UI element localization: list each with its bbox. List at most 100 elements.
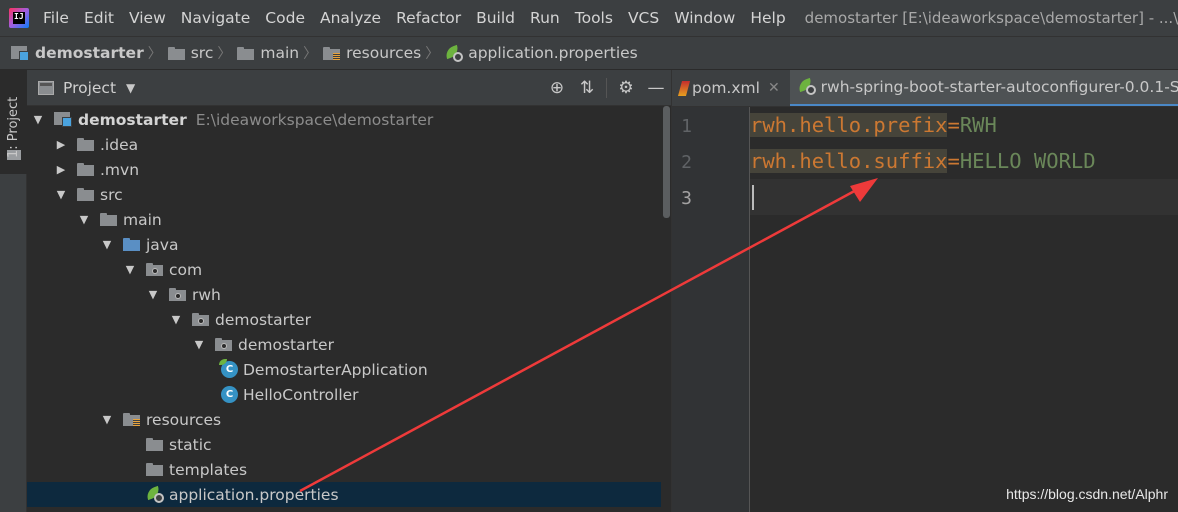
menu-view[interactable]: View [129,9,166,27]
tree-item[interactable]: ▶application.properties [27,482,661,507]
tree-item[interactable]: ▼ com [27,257,661,282]
tree-item-path: E:\ideaworkspace\demostarter [195,110,434,129]
module-icon [11,45,29,61]
code-line[interactable]: rwh.hello.prefix = RWH [750,107,1178,143]
source-folder-icon [123,238,140,251]
tree-item[interactable]: ▼ java [27,232,661,257]
collapsed-arrow-icon[interactable]: ▶ [54,163,68,176]
tree-item-label: demostarter [78,110,187,129]
folder-icon [167,46,185,60]
breadcrumb-item-file[interactable]: application.properties [443,44,638,62]
tree-item[interactable]: ▼ src [27,182,661,207]
tab-label: rwh-spring-boot-starter-autoconfigurer-0… [820,77,1178,96]
expanded-arrow-icon[interactable]: ▼ [54,188,68,201]
tool-window-stripe: 1: Project [0,70,27,512]
tab-autoconfigurer-jar[interactable]: rwh-spring-boot-starter-autoconfigurer-0… [789,70,1178,106]
folder-icon [77,188,94,201]
breadcrumb-item-main[interactable]: main 〉 [237,43,323,63]
tree-item[interactable]: ▼ demostarter [27,307,661,332]
tree-item[interactable]: ▶ .mvn [27,157,661,182]
tree-item-label: java [146,235,179,254]
breadcrumb-item-src[interactable]: src 〉 [167,43,238,63]
folder-icon [146,463,163,476]
tree-item[interactable]: ▶static [27,432,661,457]
maven-icon [677,80,691,96]
expanded-arrow-icon[interactable]: ▼ [100,413,114,426]
expanded-arrow-icon[interactable]: ▼ [77,213,91,226]
menu-edit[interactable]: Edit [84,9,114,27]
editor-tab-bar: pom.xml ✕ rwh-spring-boot-starter-autoco… [672,70,1178,107]
expanded-arrow-icon[interactable]: ▼ [169,313,183,326]
breadcrumb-label: resources [346,44,422,62]
menu-vcs[interactable]: VCS [628,9,659,27]
caret-down-icon[interactable]: ▼ [126,81,135,95]
tree-item[interactable]: ▶CHelloController [27,382,661,407]
tree-item[interactable]: ▶templates [27,457,661,482]
spring-properties-icon [443,44,464,62]
tree-item[interactable]: ▼ demostarter [27,332,661,357]
code-editor[interactable]: rwh.hello.prefix = RWH rwh.hello.suffix = HE… [750,107,1178,512]
package-icon [192,313,209,326]
close-icon[interactable]: ✕ [768,80,780,96]
chevron-right-icon: 〉 [217,46,232,62]
expanded-arrow-icon[interactable]: ▼ [192,338,206,351]
tree-item-label: HelloController [243,385,359,404]
expanded-arrow-icon[interactable]: ▼ [123,263,137,276]
menu-file[interactable]: File [43,9,69,27]
breadcrumb-label: main [260,44,300,62]
property-separator: = [947,149,960,173]
tree-item-label: src [100,185,123,204]
menu-build[interactable]: Build [476,9,515,27]
package-icon [169,288,186,301]
expanded-arrow-icon[interactable]: ▼ [100,238,114,251]
tree-scrollbar[interactable] [661,106,671,512]
minimize-icon[interactable]: — [641,78,671,98]
scrollbar-thumb[interactable] [663,106,670,218]
tree-item-label: application.properties [169,485,339,504]
menu-refactor[interactable]: Refactor [396,9,461,27]
collapse-icon[interactable]: ⇅ [572,78,602,98]
target-icon[interactable]: ⊕ [542,78,572,98]
project-panel-header: Project ▼ ⊕ ⇅ ⚙ — [27,70,671,106]
menu-code[interactable]: Code [265,9,305,27]
property-value: RWH [959,113,997,137]
spring-icon [796,77,816,95]
menu-window[interactable]: Window [674,9,735,27]
tree-item-label: static [169,435,212,454]
tree-item[interactable]: ▶CDemostarterApplication [27,357,661,382]
property-key: rwh.hello.prefix [750,113,948,137]
tree-item[interactable]: ▼ resources [27,407,661,432]
menu-run[interactable]: Run [530,9,560,27]
tab-label: pom.xml [692,79,760,97]
menu-navigate[interactable]: Navigate [181,9,251,27]
project-tool-tab[interactable]: 1: Project [0,70,27,174]
tree-item-label: .idea [100,135,139,154]
breadcrumb-item-resources[interactable]: resources 〉 [323,43,445,63]
project-view-selector[interactable]: Project [63,79,116,97]
folder-icon [237,46,255,60]
menu-help[interactable]: Help [750,9,785,27]
menu-tools[interactable]: Tools [575,9,613,27]
tree-item[interactable]: ▼ demostarter E:\ideaworkspace\demostarter [27,107,661,132]
breadcrumb-item-project[interactable]: demostarter 〉 [11,43,168,63]
project-panel: Project ▼ ⊕ ⇅ ⚙ — ▼ demostarter E:\ideawor… [27,70,671,512]
package-icon [146,263,163,276]
gear-icon[interactable]: ⚙ [611,78,641,98]
expanded-arrow-icon[interactable]: ▼ [146,288,160,301]
project-tool-tab-label: 1: Project [6,96,21,158]
tab-pom-xml[interactable]: pom.xml ✕ [672,70,790,106]
toolbar-divider [606,78,607,98]
project-panel-toolbar: ⊕ ⇅ ⚙ — [542,70,671,106]
code-line-current[interactable] [750,179,1178,215]
tree-item[interactable]: ▼ main [27,207,661,232]
property-key: rwh.hello.suffix [750,149,948,173]
tree-item[interactable]: ▼ rwh [27,282,661,307]
expanded-arrow-icon[interactable]: ▼ [31,113,45,126]
breadcrumb-label: src [190,44,214,62]
line-number: 3 [681,188,692,209]
menu-analyze[interactable]: Analyze [320,9,381,27]
package-icon [215,338,232,351]
tree-item[interactable]: ▶ .idea [27,132,661,157]
collapsed-arrow-icon[interactable]: ▶ [54,138,68,151]
code-line[interactable]: rwh.hello.suffix = HELLO WORLD [750,143,1178,179]
